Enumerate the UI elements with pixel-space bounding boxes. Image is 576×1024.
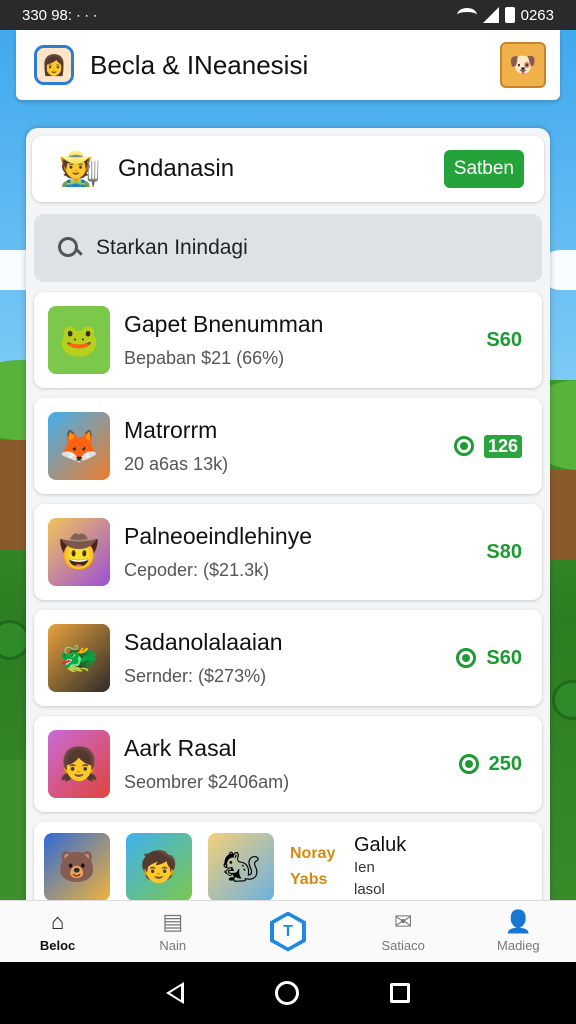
profile-action-button[interactable]: Satben [443, 150, 524, 188]
promo-line1: Ien [354, 859, 375, 876]
item-title: Sadanolalaaian [124, 629, 283, 655]
hexagon-t-icon: T [269, 911, 306, 952]
item-title: Gapet Bnenumman [124, 311, 324, 337]
ranger-thumb-icon: 🤠 [48, 518, 110, 586]
coin-icon [456, 648, 477, 668]
item-price: S80 [486, 541, 522, 564]
inbox-icon: ▤ [162, 909, 184, 934]
battery-icon [504, 7, 515, 23]
app-title: Becla & INeanesisi [90, 49, 309, 80]
fox-thumb-icon: 🦊 [48, 412, 110, 480]
nav-label: Beloc [39, 938, 76, 953]
nav-item-messages[interactable]: ✉ Satiaco [358, 909, 448, 953]
price-label: 250 [488, 752, 522, 775]
item-subtitle: Seombrer $2406am) [124, 772, 290, 792]
promo-title: Galuk [354, 834, 407, 856]
item-price: S60 [486, 329, 522, 352]
bottom-nav: ⌂ Beloc ▤ Nain T ✉ Satiaco 👤 Madieg [0, 900, 576, 962]
squirrel-thumb-icon: 🐿 [208, 833, 274, 901]
promo-logo-bottom: Yabs [290, 871, 328, 888]
promo-line2: lasol [354, 881, 385, 898]
app-logo-icon: 👩 [34, 45, 74, 85]
status-notifications: ∙ ∙ ∙ [76, 6, 98, 24]
nav-item-profile[interactable]: 👤 Madieg [473, 909, 563, 953]
price-label: S80 [486, 540, 522, 563]
nav-item-main[interactable]: ▤ Nain [128, 909, 218, 953]
search-placeholder: Starkan Inindagi [96, 236, 248, 259]
item-subtitle: Sernder: ($273%) [124, 666, 267, 686]
coin-icon [458, 754, 479, 774]
nav-item-home[interactable]: ⌂ Beloc [13, 909, 103, 953]
list-item[interactable]: 🐲 Sadanolalaaian Sernder: ($273%) S60 [34, 610, 542, 706]
blob-creature-thumb-icon: 🐲 [48, 624, 110, 692]
girl-hero-thumb-icon: 👧 [48, 730, 110, 798]
status-time-right: 0263 [520, 6, 554, 24]
search-icon [56, 235, 82, 261]
recents-icon[interactable] [390, 983, 411, 1003]
list-item[interactable]: 🐸 Gapet Bnenumman Bepaban $21 (66%) S60 [34, 292, 542, 388]
mail-icon: ✉ [393, 909, 413, 934]
explorer-avatar-icon: 🧑‍🌾 [58, 150, 102, 188]
nav-label: Nain [159, 938, 187, 953]
profile-card: 🧑‍🌾 Gndanasin Satben [32, 136, 544, 202]
item-title: Aark Rasal [124, 735, 237, 761]
item-subtitle: Bepaban $21 (66%) [124, 348, 285, 368]
app-header: 👩 Becla & INeanesisi 🐶 [16, 30, 560, 100]
price-label: S60 [486, 328, 522, 351]
signal-icon [482, 7, 499, 23]
list-item[interactable]: 🤠 Palneoeindlehinye Cepoder: ($21.3k) S8… [34, 504, 542, 600]
system-navigation-bar [0, 962, 576, 1024]
home-circle-icon[interactable] [274, 981, 299, 1005]
list-item[interactable]: 👧 Aark Rasal Seombrer $2406am) 250 [34, 716, 542, 812]
price-label: 126 [483, 434, 522, 458]
item-title: Matrorrm [124, 417, 218, 443]
bear-thumb-icon: 🐻 [44, 833, 110, 901]
list-item[interactable]: 🦊 Matrorrm 20 a6as 13k) 126 [34, 398, 542, 494]
main-panel: 🧑‍🌾 Gndanasin Satben Starkan Inindagi 🐸 … [26, 128, 550, 908]
home-icon: ⌂ [50, 909, 65, 934]
item-price: S60 [456, 647, 522, 670]
game-list: 🐸 Gapet Bnenumman Bepaban $21 (66%) S60 … [34, 292, 542, 908]
nav-label: Satiaco [381, 938, 425, 953]
frog-adventurer-thumb-icon: 🐸 [48, 306, 110, 374]
kid-thumb-icon: 🧒 [126, 833, 192, 901]
item-subtitle: 20 a6as 13k) [124, 454, 229, 474]
nav-label: Madieg [497, 938, 540, 953]
person-icon: 👤 [504, 909, 533, 934]
item-price: 126 [453, 434, 522, 458]
item-price: 250 [458, 752, 522, 776]
header-avatar[interactable]: 🐶 [500, 42, 546, 88]
promo-logo-top: Noray [290, 845, 336, 862]
item-subtitle: Cepoder: ($21.3k) [124, 560, 270, 580]
wifi-icon [456, 8, 477, 22]
search-bar[interactable]: Starkan Inindagi [34, 214, 542, 282]
nav-item-center[interactable]: T [243, 911, 333, 952]
status-time-left: 330 98: [22, 6, 73, 24]
price-label: S60 [486, 646, 522, 669]
back-icon[interactable] [165, 982, 184, 1004]
profile-name: Gndanasin [118, 155, 235, 182]
promo-card[interactable]: 🐻 🧒 🐿 Noray Yabs Galuk Ien lasol [34, 822, 542, 908]
coin-icon [453, 436, 474, 456]
item-title: Palneoeindlehinye [124, 523, 312, 549]
status-bar: 330 98: ∙ ∙ ∙ 0263 [0, 0, 576, 30]
